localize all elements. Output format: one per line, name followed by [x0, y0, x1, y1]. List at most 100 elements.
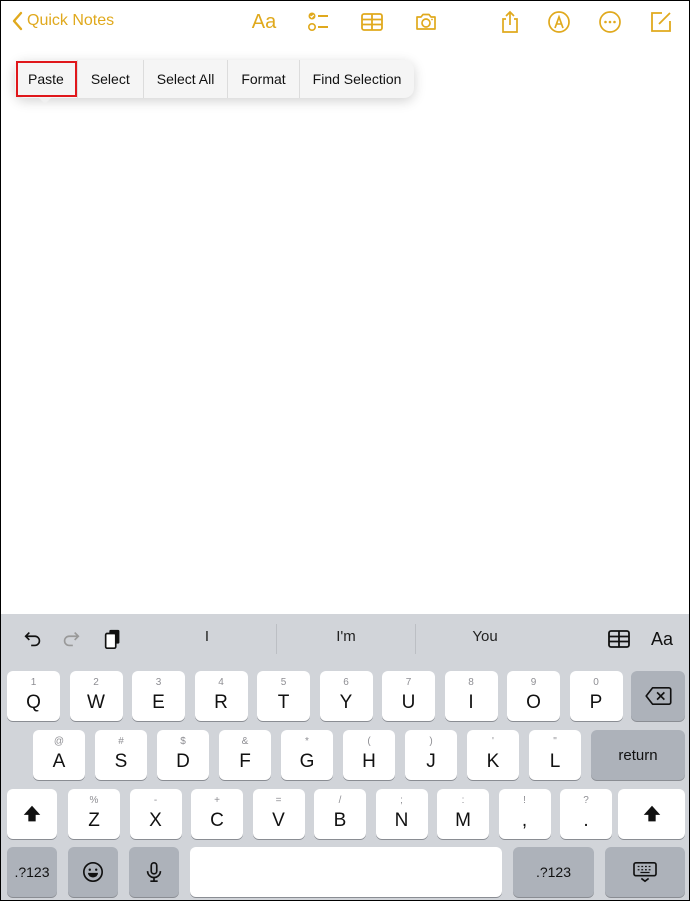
numbers-key-right[interactable]: .?123 — [513, 847, 594, 897]
menu-item-select[interactable]: Select — [78, 60, 144, 98]
undo-button[interactable] — [21, 627, 45, 651]
return-key[interactable]: return — [591, 730, 685, 780]
markup-icon — [548, 11, 570, 33]
markup-button[interactable] — [546, 9, 572, 35]
key-z[interactable]: % Z — [68, 789, 120, 839]
key-label: U — [401, 692, 416, 713]
key-label: B — [333, 810, 347, 831]
share-button[interactable] — [497, 9, 523, 35]
suggestion-2[interactable]: I'm — [281, 628, 411, 645]
key-label: E — [152, 692, 165, 713]
format-text-button[interactable]: Aa — [251, 9, 277, 35]
key-period[interactable]: ?. — [560, 789, 612, 839]
key-h[interactable]: (H — [343, 730, 395, 780]
menu-item-find-selection[interactable]: Find Selection — [300, 60, 415, 98]
key-label: P — [589, 692, 603, 713]
clipboard-icon — [104, 629, 120, 649]
key-alt-label: % — [89, 795, 99, 806]
key-alt-label: @ — [53, 736, 65, 747]
key-l[interactable]: " L — [529, 730, 581, 780]
key-label: N — [394, 810, 409, 831]
key-r[interactable]: 4R — [194, 671, 248, 721]
key-b[interactable]: / B — [314, 789, 366, 839]
more-icon — [599, 11, 621, 33]
key-e[interactable]: 3E — [132, 671, 185, 721]
key-alt-label: = — [275, 795, 282, 806]
key-alt-label: : — [461, 795, 465, 806]
menu-item-select-all[interactable]: Select All — [144, 60, 229, 98]
key-alt-label: / — [338, 795, 342, 806]
key-u[interactable]: 7U — [382, 671, 435, 721]
key-n[interactable]: ; N — [375, 789, 428, 839]
key-f[interactable]: & F — [219, 730, 271, 780]
shift-icon — [23, 805, 41, 822]
shift-key-right[interactable] — [618, 789, 685, 839]
key-d[interactable]: $ D — [157, 730, 209, 780]
format-shortcut-button[interactable]: Aa — [647, 627, 677, 651]
shift-key-left[interactable] — [7, 789, 57, 839]
suggestion-divider — [415, 624, 416, 654]
redo-icon — [63, 631, 80, 647]
key-m[interactable]: :M — [437, 789, 489, 839]
key-c[interactable]: + C — [191, 789, 243, 839]
paste-shortcut-button[interactable] — [101, 627, 125, 651]
more-button[interactable] — [597, 9, 623, 35]
key-alt-label: 9 — [530, 677, 537, 688]
key-alt-label: & — [241, 736, 249, 747]
key-alt-label: 8 — [468, 677, 474, 688]
key-g[interactable]: * G — [281, 730, 333, 780]
key-label: O — [526, 692, 541, 713]
key-label: F — [239, 751, 251, 772]
dictation-key[interactable] — [129, 847, 179, 897]
key-v[interactable]: = V — [252, 789, 305, 839]
delete-key[interactable] — [631, 671, 685, 721]
menu-item-paste[interactable]: Paste — [15, 60, 78, 98]
compose-button[interactable] — [648, 9, 674, 35]
key-alt-label: * — [305, 736, 309, 747]
key-q[interactable]: 1Q — [7, 671, 60, 721]
key-p[interactable]: 0P — [569, 671, 623, 721]
context-menu-pointer — [39, 98, 51, 104]
key-a[interactable]: @ A — [33, 730, 85, 780]
key-alt-label: 5 — [280, 677, 287, 688]
menu-item-format[interactable]: Format — [228, 60, 300, 98]
key-label: R — [214, 692, 228, 713]
suggestion-1[interactable]: I — [142, 628, 272, 645]
checklist-button[interactable] — [305, 9, 331, 35]
key-label: Z — [88, 810, 100, 831]
key-label: D — [176, 751, 190, 772]
space-key[interactable] — [190, 847, 502, 897]
keyboard-dismiss-icon — [633, 862, 657, 883]
dismiss-keyboard-key[interactable] — [605, 847, 685, 897]
key-label: T — [277, 692, 290, 713]
key-alt-label: ' — [492, 736, 494, 747]
key-s[interactable]: # S — [95, 730, 147, 780]
table-icon — [608, 630, 630, 648]
back-label: Quick Notes — [27, 12, 115, 29]
table-button[interactable] — [359, 9, 385, 35]
key-x[interactable]: -X — [129, 789, 182, 839]
key-label: L — [549, 751, 561, 772]
camera-button[interactable] — [413, 9, 439, 35]
key-k[interactable]: ' K — [467, 730, 519, 780]
key-alt-label: - — [153, 795, 158, 806]
key-j[interactable]: ) J — [405, 730, 457, 780]
key-t[interactable]: 5T — [257, 671, 310, 721]
key-alt-label: # — [118, 736, 124, 747]
emoji-key[interactable] — [68, 847, 118, 897]
format-text-icon: Aa — [251, 10, 277, 33]
key-o[interactable]: 9O — [507, 671, 560, 721]
back-button[interactable]: Quick Notes — [11, 11, 114, 31]
numbers-key-left[interactable]: .?123 — [7, 847, 57, 897]
key-w[interactable]: 2W — [69, 671, 123, 721]
key-label: I — [468, 692, 474, 713]
suggestion-3[interactable]: You — [420, 628, 550, 645]
redo-button[interactable] — [59, 627, 83, 651]
table-shortcut-button[interactable] — [607, 627, 631, 651]
context-menu: Paste Select Select All Format Find Sele… — [15, 60, 415, 98]
key-comma[interactable]: !, — [498, 789, 551, 839]
key-label: W — [87, 692, 105, 713]
key-i[interactable]: 8I — [444, 671, 498, 721]
key-y[interactable]: 6Y — [319, 671, 373, 721]
key-label: K — [486, 751, 500, 772]
